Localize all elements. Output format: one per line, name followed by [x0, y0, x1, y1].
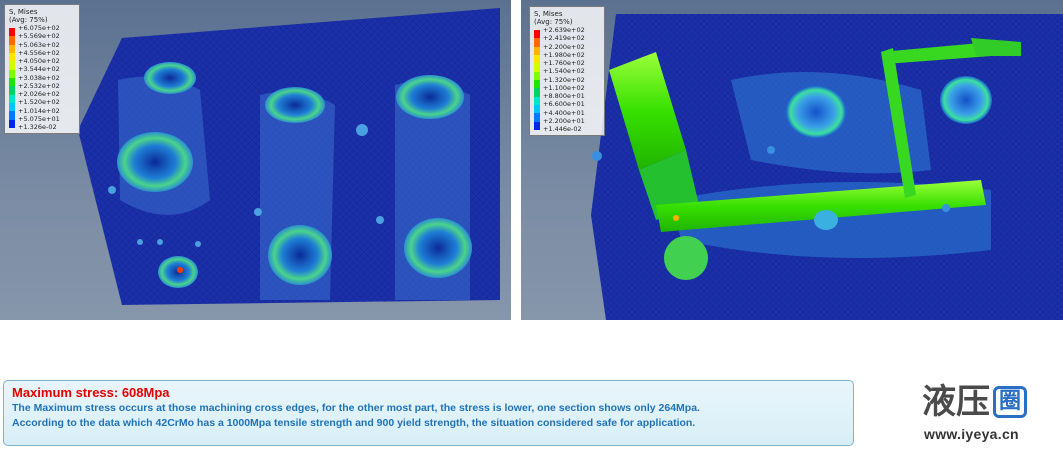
- legend-swatch: [9, 36, 15, 45]
- legend-swatch: [534, 104, 540, 114]
- legend-value: +2.026e+02: [18, 90, 60, 98]
- legend-value: +1.520e+02: [18, 98, 60, 107]
- legend-value: +6.075e+02: [18, 24, 60, 32]
- legend-value: +1.014e+02: [18, 106, 60, 115]
- legend-swatch: [9, 119, 15, 128]
- legend-title-right: S, Mises: [534, 10, 563, 18]
- legend-values-right: +2.639e+02 +2.419e+02 +2.200e+02 +1.980e…: [543, 27, 603, 133]
- stress-legend-right: S, Mises (Avg: 75%) +2.639e+02 +2.419e+0…: [529, 6, 605, 136]
- brand-char: 液: [922, 382, 956, 422]
- legend-swatch: [534, 54, 540, 64]
- legend-value: +8.800e+01: [543, 92, 585, 100]
- fea-viewport-right: S, Mises (Avg: 75%) +2.639e+02 +2.419e+0…: [521, 0, 1063, 320]
- legend-value: +1.540e+02: [543, 67, 585, 76]
- legend-swatch: [534, 38, 540, 47]
- stress-legend-left: S, Mises (Avg: 75%) +6.075e+02 +5.569e+0…: [4, 4, 80, 134]
- legend-swatch: [534, 96, 540, 105]
- legend-value: +2.639e+02: [543, 26, 585, 34]
- legend-value: +5.075e+01: [18, 114, 60, 123]
- legend-value: +4.556e+02: [18, 48, 60, 57]
- legend-swatch: [534, 46, 540, 55]
- fea-viewport-left: S, Mises (Avg: 75%) +6.075e+02 +5.569e+0…: [0, 0, 511, 320]
- legend-value: +5.063e+02: [18, 40, 60, 49]
- legend-swatch: [9, 102, 15, 112]
- legend-value: +1.446e-02: [543, 125, 582, 133]
- legend-swatch: [534, 71, 540, 80]
- legend-value: +1.326e-02: [18, 123, 57, 131]
- legend-swatch: [534, 121, 540, 130]
- legend-avg-right: (Avg: 75%): [534, 18, 573, 26]
- brand-name: 液 压 圈: [922, 382, 1027, 422]
- legend-value: +4.050e+02: [18, 57, 60, 65]
- legend-swatch: [534, 30, 540, 39]
- legend-swatch: [9, 61, 15, 70]
- legend-value: +2.200e+01: [543, 116, 585, 125]
- legend-color-scale-right: [534, 30, 540, 130]
- legend-color-scale-left: [9, 28, 15, 128]
- legend-swatch: [534, 113, 540, 122]
- legend-swatch: [9, 86, 15, 95]
- legend-value: +2.532e+02: [18, 81, 60, 90]
- conclusion-box: Maximum stress: 608Mpa The Maximum stres…: [3, 380, 854, 446]
- legend-value: +3.038e+02: [18, 73, 60, 82]
- legend-value: +1.320e+02: [543, 75, 585, 84]
- brand-char: 压: [956, 382, 990, 422]
- brand-mark-char: 圈: [998, 389, 1021, 414]
- legend-value: +4.400e+01: [543, 108, 585, 117]
- legend-swatch: [9, 52, 15, 62]
- legend-swatch: [534, 88, 540, 97]
- legend-value: +5.569e+02: [18, 32, 60, 41]
- legend-value: +3.544e+02: [18, 65, 60, 74]
- legend-swatch: [534, 79, 540, 89]
- legend-value: +1.980e+02: [543, 50, 585, 59]
- conclusion-line-1: The Maximum stress occurs at those machi…: [12, 402, 700, 414]
- legend-swatch: [9, 111, 15, 120]
- legend-value: +6.600e+01: [543, 100, 585, 109]
- legend-value: +1.760e+02: [543, 59, 585, 67]
- legend-swatch: [9, 94, 15, 103]
- conclusion-line-2: According to the data which 42CrMo has a…: [12, 417, 696, 429]
- max-stress-heading: Maximum stress: 608Mpa: [12, 385, 170, 400]
- legend-value: +2.419e+02: [543, 34, 585, 43]
- legend-swatch: [9, 69, 15, 78]
- brand-mark-icon: 圈: [993, 386, 1027, 418]
- brand-logo: 液 压 圈 www.iyeya.cn: [922, 382, 1062, 444]
- legend-values-left: +6.075e+02 +5.569e+02 +5.063e+02 +4.556e…: [18, 25, 78, 131]
- legend-title-left: S, Mises: [9, 8, 38, 16]
- legend-swatch: [9, 28, 15, 37]
- brand-url: www.iyeya.cn: [924, 426, 1019, 442]
- legend-value: +1.100e+02: [543, 83, 585, 92]
- legend-swatch: [534, 63, 540, 72]
- legend-swatch: [9, 44, 15, 53]
- legend-swatch: [9, 77, 15, 87]
- legend-avg-left: (Avg: 75%): [9, 16, 48, 24]
- legend-value: +2.200e+02: [543, 42, 585, 51]
